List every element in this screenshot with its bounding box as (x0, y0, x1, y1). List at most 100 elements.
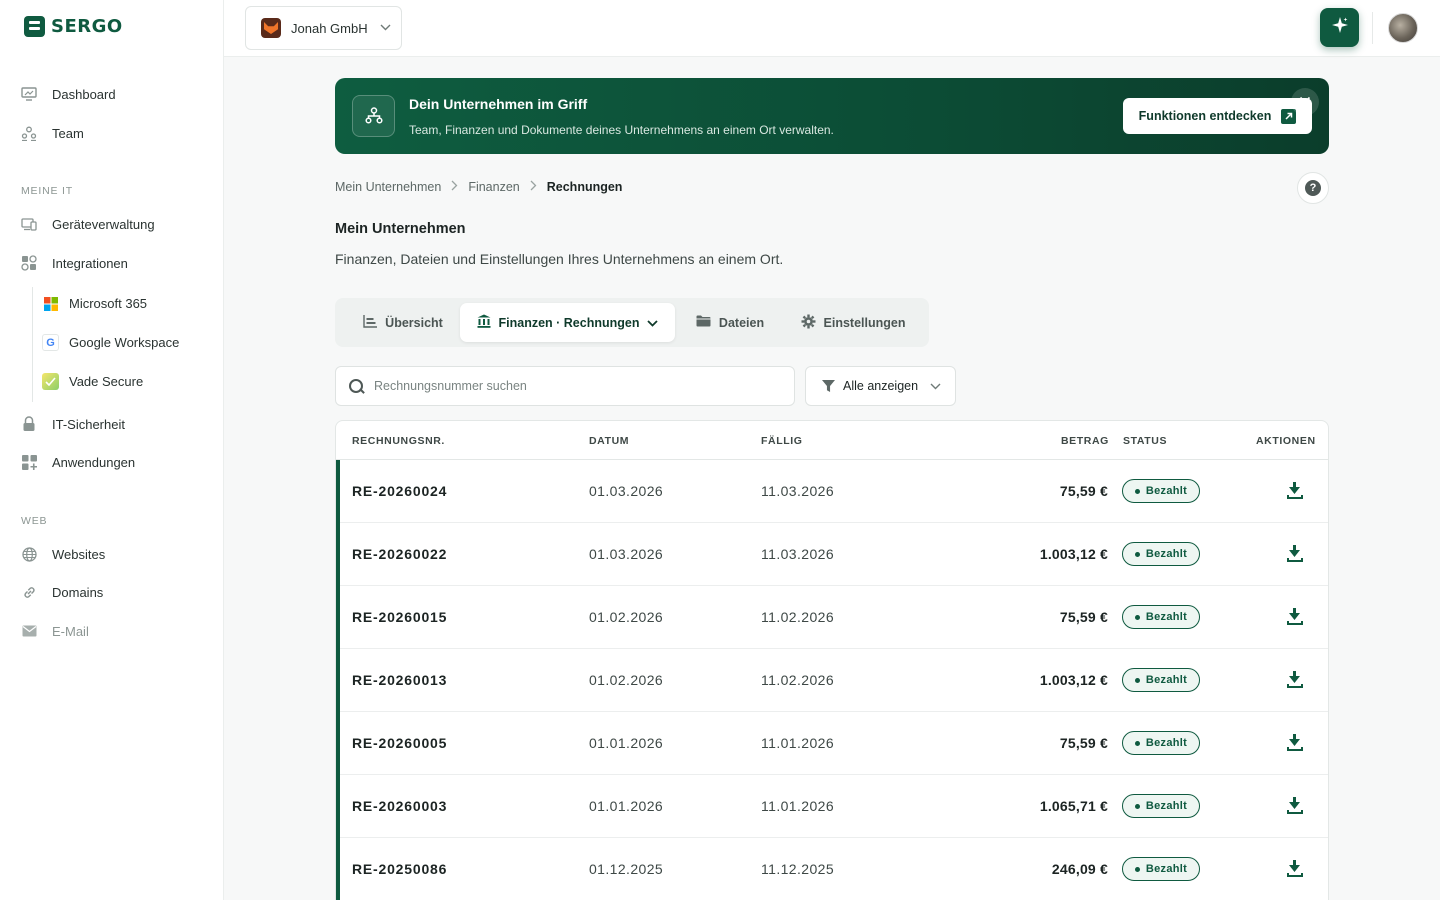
filter-label: Alle anzeigen (843, 379, 919, 393)
sidebar-item-dashboard[interactable]: Dashboard (20, 85, 116, 103)
avatar[interactable] (1388, 13, 1418, 43)
search-input[interactable] (374, 379, 754, 393)
vade-icon (42, 373, 59, 390)
status-filter-dropdown[interactable]: Alle anzeigen (805, 366, 956, 406)
download-icon[interactable] (1286, 860, 1304, 878)
invoice-number: RE-20260003 (352, 798, 448, 814)
sidebar-item-team[interactable]: Team (20, 124, 84, 142)
google-icon: G (42, 334, 59, 351)
tab-label: Einstellungen (823, 315, 906, 330)
download-icon[interactable] (1286, 482, 1304, 500)
sidebar-item-websites[interactable]: Websites (20, 545, 105, 563)
breadcrumb: Mein Unternehmen Finanzen Rechnungen (335, 180, 622, 194)
status-label: Bezahlt (1145, 485, 1188, 497)
company-switcher[interactable]: Jonah GmbH (245, 6, 402, 50)
sidebar-item-geraeteverwaltung[interactable]: Geräteverwaltung (20, 215, 155, 233)
tab-dateien[interactable]: Dateien (685, 303, 775, 342)
download-icon[interactable] (1286, 797, 1304, 815)
breadcrumb-item-finanzen[interactable]: Finanzen (468, 180, 519, 194)
sidebar-item-anwendungen[interactable]: Anwendungen (20, 453, 135, 471)
sidebar-item-label: Anwendungen (52, 454, 136, 470)
banner-title: Dein Unternehmen im Griff (409, 96, 588, 112)
sidebar-item-vade-secure[interactable]: Vade Secure (42, 373, 143, 390)
help-icon: ? (1305, 180, 1321, 196)
sidebar-item-integrationen[interactable]: Integrationen (20, 254, 128, 272)
sidebar-item-label: E-Mail (52, 623, 89, 639)
top-bar: Jonah GmbH (224, 0, 1440, 57)
download-icon[interactable] (1286, 608, 1304, 626)
invoice-amount: 75,59 € (1059, 483, 1108, 499)
column-header-status: STATUS (1123, 435, 1168, 447)
status-badge: Bezahlt (1122, 668, 1200, 692)
status-badge: Bezahlt (1122, 542, 1200, 566)
breadcrumb-item-mein-unternehmen[interactable]: Mein Unternehmen (335, 180, 441, 194)
download-icon[interactable] (1286, 671, 1304, 689)
page-subtitle: Finanzen, Dateien und Einstellungen Ihre… (335, 251, 784, 267)
organization-icon (352, 95, 395, 137)
sidebar-item-label: IT-Sicherheit (52, 416, 125, 432)
status-badge: Bezahlt (1122, 794, 1200, 818)
tab-einstellungen[interactable]: Einstellungen (793, 303, 913, 342)
status-dot-icon (1134, 740, 1140, 746)
help-button[interactable]: ? (1297, 172, 1329, 204)
tab-label: Dateien (718, 315, 765, 330)
discover-features-button[interactable]: Funktionen entdecken (1123, 98, 1312, 134)
sidebar-item-it-sicherheit[interactable]: IT-Sicherheit (20, 415, 125, 433)
sidebar-item-label: Integrationen (52, 255, 128, 271)
search-box (335, 366, 795, 406)
discover-features-label: Funktionen entdecken (1138, 109, 1272, 123)
section-tabs: Übersicht Finanzen · Rechnungen Dateien … (335, 298, 929, 347)
integrations-tree-line (32, 287, 33, 402)
invoice-amount: 1.003,12 € (1039, 672, 1108, 688)
sidebar-item-google-workspace[interactable]: G Google Workspace (42, 334, 179, 351)
section-heading-meine-it: MEINE IT (21, 185, 73, 197)
tab-finanzen-rechnungen[interactable]: Finanzen · Rechnungen (460, 303, 675, 342)
tab-label: Finanzen · Rechnungen (498, 315, 640, 330)
sidebar-item-domains[interactable]: Domains (20, 583, 103, 601)
table-row[interactable]: RE-20250086 01.12.2025 11.12.2025 246,09… (336, 838, 1328, 900)
table-row[interactable]: RE-20260022 01.03.2026 11.03.2026 1.003,… (336, 523, 1328, 586)
row-accent (336, 649, 340, 712)
banner-subtitle: Team, Finanzen und Dokumente deines Unte… (409, 123, 834, 137)
sidebar-item-microsoft-365[interactable]: Microsoft 365 (42, 295, 147, 312)
devices-icon (20, 215, 38, 233)
dashboard-icon (20, 85, 38, 103)
table-row[interactable]: RE-20260003 01.01.2026 11.01.2026 1.065,… (336, 775, 1328, 838)
table-row[interactable]: RE-20260024 01.03.2026 11.03.2026 75,59 … (336, 460, 1328, 523)
chevron-down-icon (380, 22, 391, 34)
sidebar-item-label: Websites (52, 546, 106, 562)
tab-uebersicht[interactable]: Übersicht (344, 303, 462, 342)
sidebar-item-label: Team (52, 125, 84, 141)
gear-icon (801, 314, 816, 332)
table-header: RECHNUNGSNR. DATUM FÄLLIG BETRAG STATUS … (336, 421, 1328, 460)
table-row[interactable]: RE-20260005 01.01.2026 11.01.2026 75,59 … (336, 712, 1328, 775)
sidebar-item-email[interactable]: E-Mail (20, 622, 89, 640)
download-icon[interactable] (1286, 734, 1304, 752)
brand-name: SERGO (51, 16, 123, 37)
status-label: Bezahlt (1145, 611, 1188, 623)
status-dot-icon (1134, 488, 1140, 494)
mail-icon (20, 622, 38, 640)
ai-assistant-button[interactable] (1320, 8, 1359, 47)
download-icon[interactable] (1286, 545, 1304, 563)
apps-icon (20, 453, 38, 471)
brand-logo[interactable]: SERGO (24, 16, 123, 37)
invoice-amount: 1.065,71 € (1039, 798, 1108, 814)
globe-icon (20, 545, 38, 563)
invoice-due-date: 11.01.2026 (761, 735, 835, 751)
table-row[interactable]: RE-20260013 01.02.2026 11.02.2026 1.003,… (336, 649, 1328, 712)
close-icon[interactable] (1291, 88, 1319, 116)
page-title: Mein Unternehmen (335, 221, 466, 237)
column-header-due: FÄLLIG (761, 435, 803, 447)
search-icon (348, 378, 364, 394)
table-row[interactable]: RE-20260015 01.02.2026 11.02.2026 75,59 … (336, 586, 1328, 649)
status-label: Bezahlt (1145, 863, 1188, 875)
sidebar-item-label: Microsoft 365 (69, 296, 148, 311)
status-label: Bezahlt (1145, 548, 1188, 560)
invoice-due-date: 11.12.2025 (761, 861, 835, 877)
chevron-down-icon (647, 316, 659, 330)
status-dot-icon (1134, 803, 1140, 809)
sparkle-icon (1331, 16, 1349, 39)
status-label: Bezahlt (1145, 737, 1188, 749)
row-accent (336, 586, 340, 649)
